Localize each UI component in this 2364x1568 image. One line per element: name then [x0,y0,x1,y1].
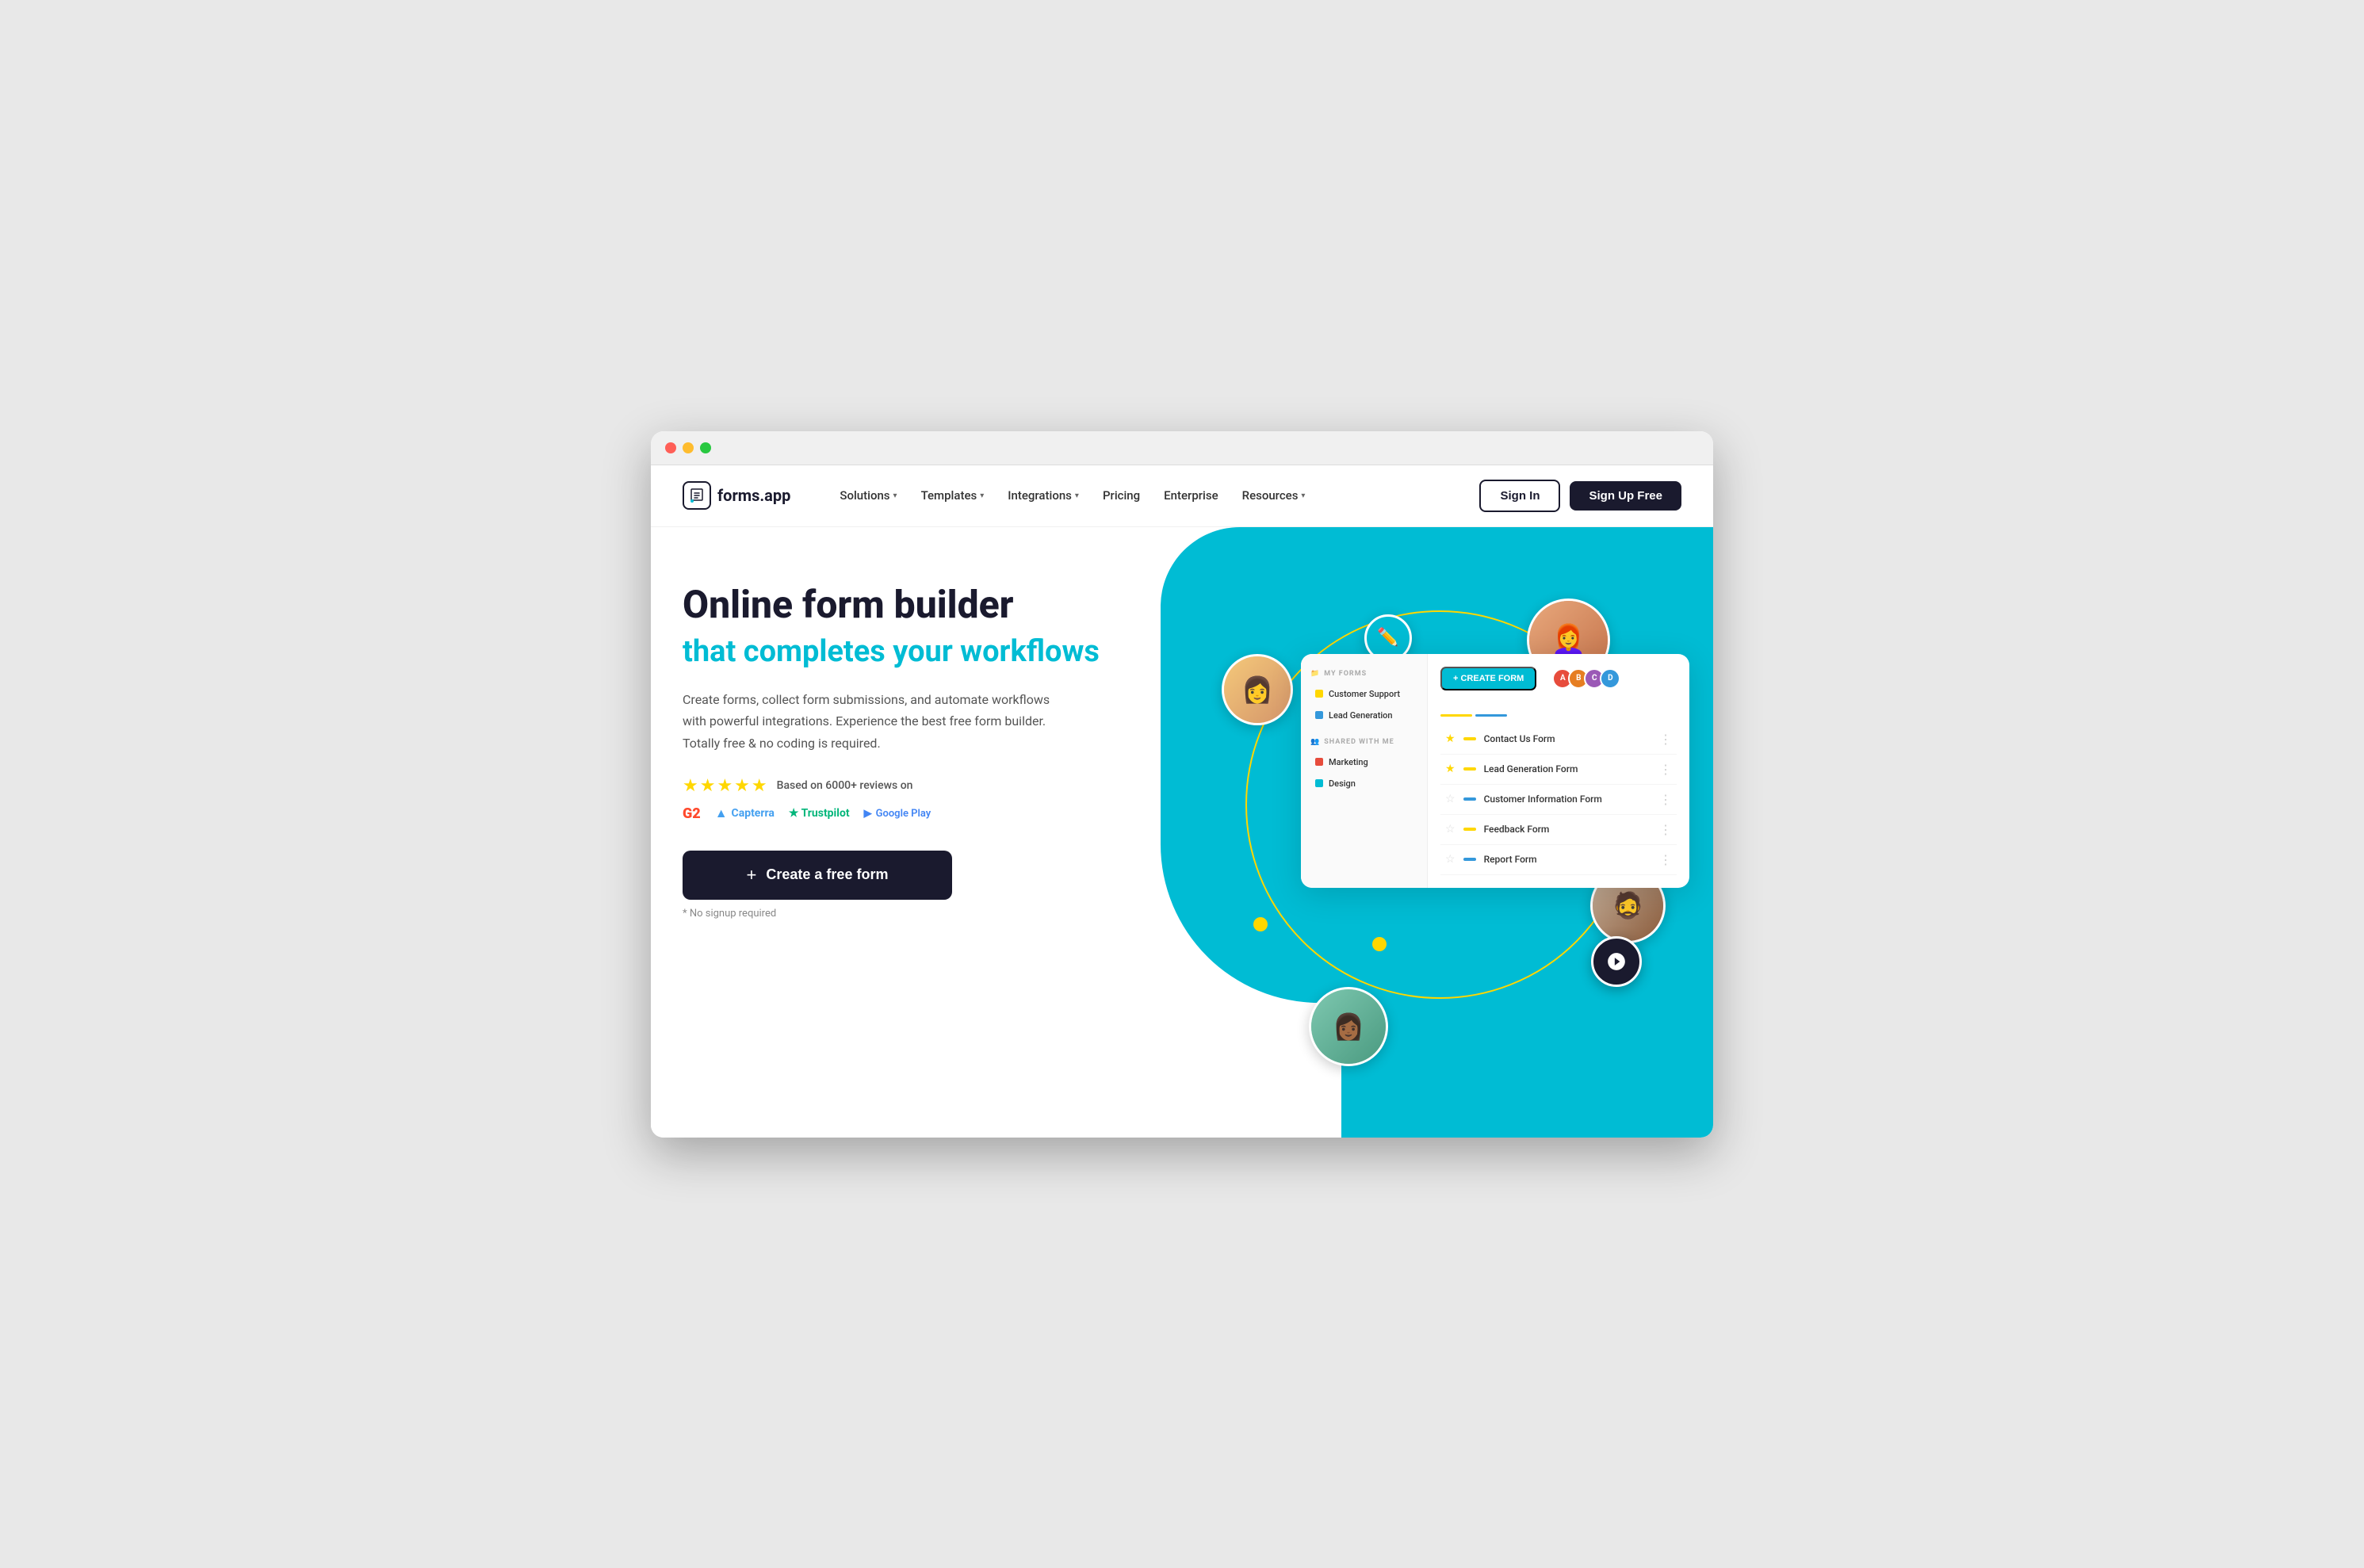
form-card: 📁 MY FORMS Customer Support Lead Genera [1301,654,1689,888]
plus-icon: + [747,865,757,885]
star-icon-empty: ☆ [1445,823,1456,836]
hero-description: Create forms, collect form submissions, … [683,689,1063,754]
main-panel: + CREATE FORM A B C D [1428,654,1689,888]
nav-links: Solutions ▾ Templates ▾ Integrations ▾ P… [830,484,1479,507]
no-signup-text: * No signup required [683,908,1182,920]
sidebar-item-marketing[interactable]: Marketing [1310,752,1417,772]
hero-right: 👩 ✏️ 👩‍🦰 [1182,567,1681,1106]
cyan-dot [1512,901,1523,912]
more-options-icon[interactable]: ⋮ [1659,732,1672,747]
sidebar-item-design[interactable]: Design [1310,774,1417,794]
form-card-inner: 📁 MY FORMS Customer Support Lead Genera [1301,654,1689,888]
nav-resources[interactable]: Resources ▾ [1233,484,1315,507]
maximize-button[interactable] [700,442,711,453]
logo-text: forms.app [717,486,790,505]
folder-icon-cyan [1315,779,1323,787]
star-rating: ★★★★★ [683,776,769,796]
capterra-badge: ▲ Capterra [715,805,775,821]
star-icon-filled: ★ [1445,732,1456,745]
form-list-item[interactable]: ☆ Feedback Form ⋮ [1440,815,1677,845]
form-list-item[interactable]: ☆ Report Form ⋮ [1440,845,1677,875]
nav-integrations[interactable]: Integrations ▾ [998,484,1088,507]
yellow-dot-bottom [1372,937,1387,951]
form-list-item[interactable]: ★ Contact Us Form ⋮ [1440,725,1677,755]
yellow-dot-left [1253,917,1268,931]
sidebar-item-customer-support[interactable]: Customer Support [1310,684,1417,704]
more-options-icon[interactable]: ⋮ [1659,822,1672,837]
hero-title: Online form builder [683,583,1182,626]
signup-button[interactable]: Sign Up Free [1570,481,1681,511]
chevron-down-icon: ▾ [1075,491,1079,500]
minimize-button[interactable] [683,442,694,453]
form-list: ★ Contact Us Form ⋮ ★ Lead Generation Fo [1440,725,1677,875]
nav-templates[interactable]: Templates ▾ [912,484,994,507]
mini-avatar-4: D [1600,668,1620,689]
dot-grid-bottom [1586,1016,1634,1027]
divider-decoration [1440,714,1677,717]
avatar-top-left: 👩 [1222,654,1293,725]
color-bar-blue [1463,797,1476,801]
color-bar-blue [1463,858,1476,861]
nav-pricing[interactable]: Pricing [1093,484,1149,507]
chevron-down-icon: ▾ [1301,491,1305,500]
color-bar-yellow [1463,737,1476,740]
hero-left: Online form builder that completes your … [683,567,1182,920]
more-options-icon[interactable]: ⋮ [1659,762,1672,777]
nav-solutions[interactable]: Solutions ▾ [830,484,906,507]
close-button[interactable] [665,442,676,453]
sidebar-panel: 📁 MY FORMS Customer Support Lead Genera [1301,654,1428,888]
folder-icon-red [1315,758,1323,766]
star-icon-empty: ☆ [1445,793,1456,805]
trustpilot-badge: ★ Trustpilot [789,807,850,820]
app-preview-container: 👩 ✏️ 👩‍🦰 [1182,567,1681,1106]
logo-icon [683,481,711,510]
google-play-badge: ▶ Google Play [864,808,931,820]
create-form-button[interactable]: + Create a free form [683,851,952,900]
create-form-label: Create a free form [766,866,888,883]
browser-chrome [651,431,1713,465]
reviews-row: ★★★★★ Based on 6000+ reviews on [683,776,1182,796]
top-bar: + CREATE FORM A B C D [1440,667,1677,702]
star-icon-empty: ☆ [1445,853,1456,866]
logos-row: G2 ▲ Capterra ★ Trustpilot ▶ Google Play [683,805,1182,822]
chart-icon-circle [1591,936,1642,987]
hero-subtitle: that completes your workflows [683,634,1182,671]
avatar-stack: A B C D [1544,668,1620,689]
create-form-btn[interactable]: + CREATE FORM [1440,667,1536,690]
more-options-icon[interactable]: ⋮ [1659,852,1672,867]
navbar: forms.app Solutions ▾ Templates ▾ Integr… [651,465,1713,527]
color-bar-yellow [1463,828,1476,831]
logo[interactable]: forms.app [683,481,790,510]
g2-badge: G2 [683,805,701,822]
avatar-bottom: 👩🏾 [1309,987,1388,1066]
dot-grid-top [1230,575,1277,585]
form-list-item[interactable]: ★ Lead Generation Form ⋮ [1440,755,1677,785]
chevron-down-icon: ▾ [893,491,897,500]
nav-enterprise[interactable]: Enterprise [1154,484,1227,507]
sidebar-item-lead-generation[interactable]: Lead Generation [1310,706,1417,725]
page-content: forms.app Solutions ▾ Templates ▾ Integr… [651,465,1713,1138]
signin-button[interactable]: Sign In [1479,480,1560,512]
pencil-icon: ✏️ [1377,628,1398,648]
star-icon-filled: ★ [1445,763,1456,775]
form-list-item[interactable]: ☆ Customer Information Form ⋮ [1440,785,1677,815]
browser-window: forms.app Solutions ▾ Templates ▾ Integr… [651,431,1713,1138]
my-forms-section: 📁 MY FORMS [1310,670,1417,678]
chevron-down-icon: ▾ [980,491,984,500]
hero-section: Online form builder that completes your … [651,527,1713,1138]
shared-with-me-section: 👥 SHARED WITH ME [1310,738,1417,746]
folder-icon-yellow [1315,690,1323,698]
reviews-text: Based on 6000+ reviews on [777,779,913,792]
chart-icon [1606,951,1627,972]
nav-actions: Sign In Sign Up Free [1479,480,1681,512]
folder-icon-blue [1315,711,1323,719]
color-bar-yellow [1463,767,1476,771]
more-options-icon[interactable]: ⋮ [1659,792,1672,807]
